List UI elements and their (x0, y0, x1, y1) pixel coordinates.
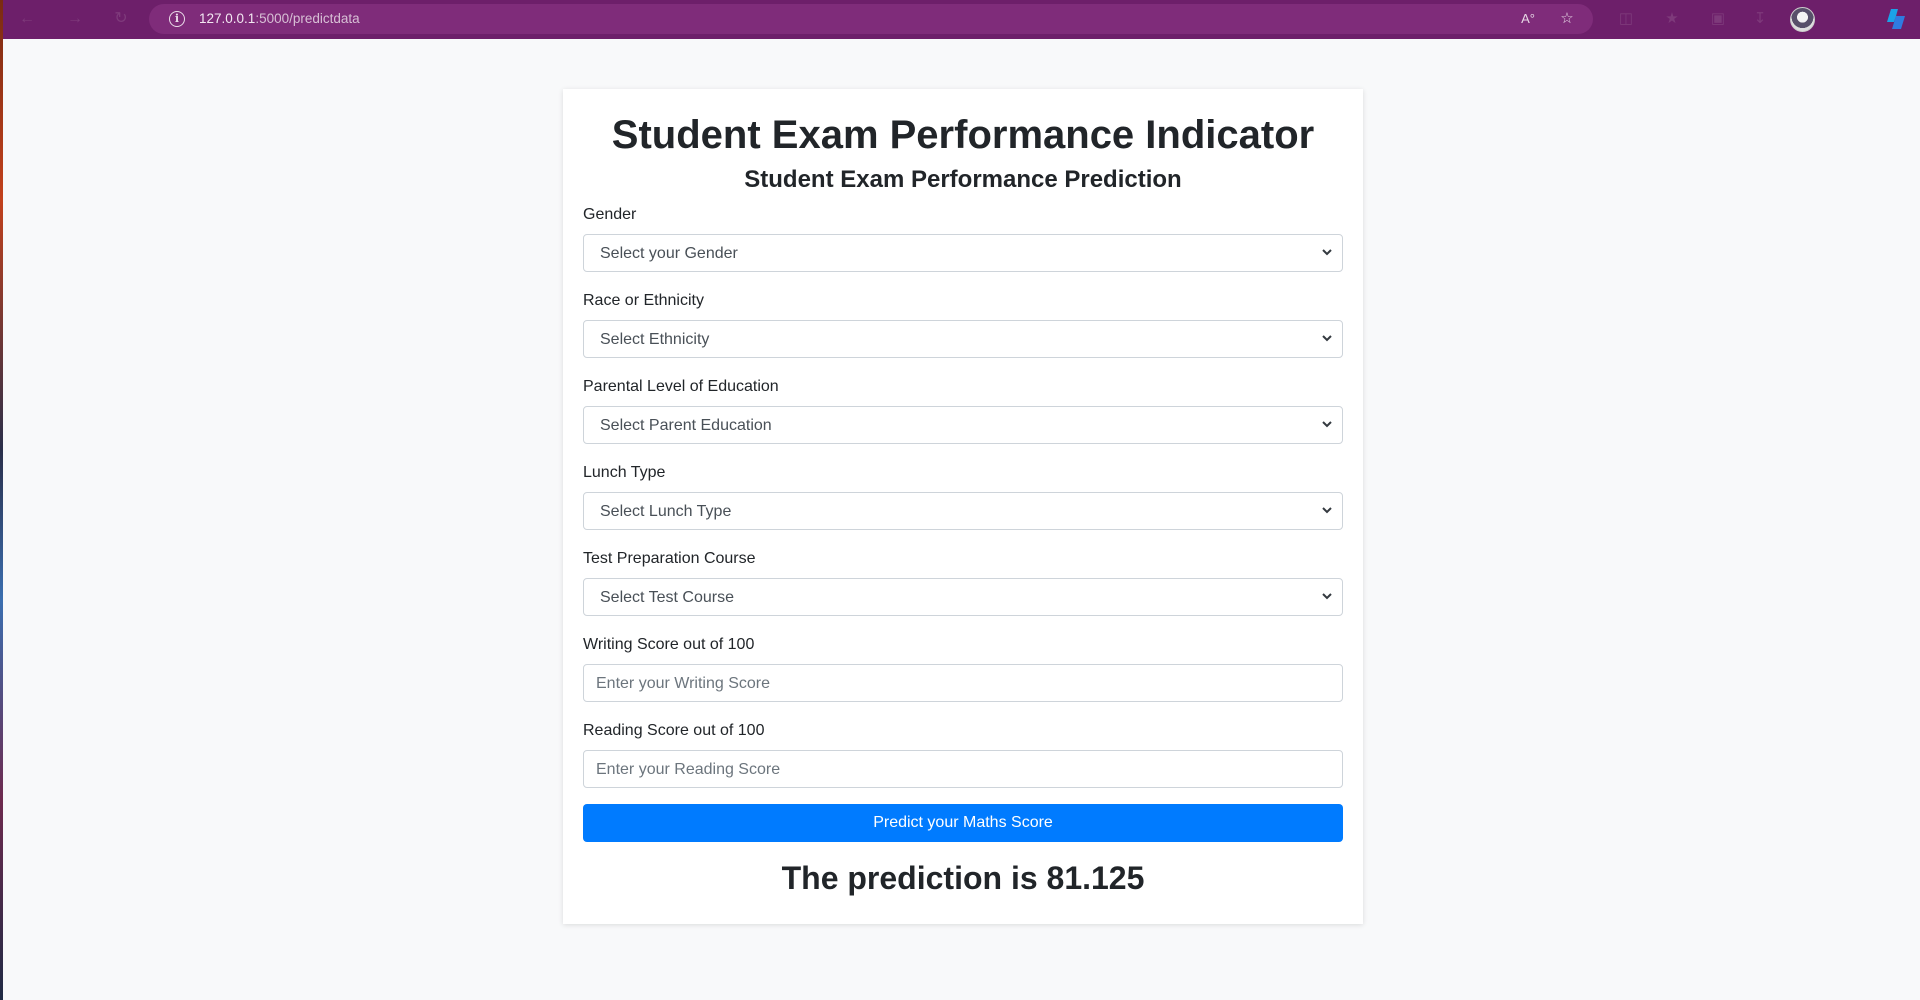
parental-education-label: Parental Level of Education (583, 378, 779, 395)
browser-toolbar: ← → ↻ i 127.0.0.1:5000/predictdata A° ☆ … (3, 0, 1920, 39)
copilot-icon[interactable] (1884, 8, 1908, 30)
prediction-form-card: Student Exam Performance Indicator Stude… (563, 89, 1363, 924)
gender-label: Gender (583, 206, 637, 223)
downloads-icon[interactable]: ↧ (1751, 10, 1769, 28)
chevron-down-icon (1322, 335, 1332, 342)
url-path: :5000/predictdata (255, 11, 360, 26)
forward-arrow-icon[interactable]: → (65, 9, 85, 29)
url-host: 127.0.0.1 (199, 11, 256, 26)
back-arrow-icon[interactable]: ← (17, 9, 37, 29)
address-bar[interactable]: i 127.0.0.1:5000/predictdata A° ☆ (149, 4, 1593, 34)
collections-icon[interactable]: ▣ (1709, 10, 1727, 28)
ethnicity-label: Race or Ethnicity (583, 292, 704, 309)
ethnicity-select[interactable]: Select Ethnicity (583, 320, 1343, 358)
test-prep-label: Test Preparation Course (583, 550, 756, 567)
gender-select-value: Select your Gender (600, 245, 738, 262)
parental-education-select-value: Select Parent Education (600, 417, 772, 434)
page-subtitle: Student Exam Performance Prediction (744, 166, 1182, 193)
split-screen-icon[interactable]: ◫ (1617, 10, 1635, 28)
prediction-result: The prediction is 81.125 (781, 860, 1145, 896)
test-prep-select-value: Select Test Course (600, 589, 734, 606)
writing-score-input[interactable]: Enter your Writing Score (583, 664, 1343, 702)
reading-score-input[interactable]: Enter your Reading Score (583, 750, 1343, 788)
chevron-down-icon (1322, 421, 1332, 428)
parental-education-select[interactable]: Select Parent Education (583, 406, 1343, 444)
page-title: Student Exam Performance Indicator (611, 113, 1315, 157)
ethnicity-select-value: Select Ethnicity (600, 331, 710, 348)
writing-score-placeholder: Enter your Writing Score (596, 675, 770, 692)
lunch-type-select[interactable]: Select Lunch Type (583, 492, 1343, 530)
read-aloud-icon[interactable]: A° (1519, 10, 1537, 28)
predict-button[interactable]: Predict your Maths Score (583, 804, 1343, 842)
reading-score-placeholder: Enter your Reading Score (596, 761, 781, 778)
gender-select[interactable]: Select your Gender (583, 234, 1343, 272)
chevron-down-icon (1322, 249, 1332, 256)
url-text[interactable]: 127.0.0.1:5000/predictdata (199, 11, 360, 26)
test-prep-select[interactable]: Select Test Course (583, 578, 1343, 616)
favorites-icon[interactable]: ★ (1663, 10, 1681, 28)
chevron-down-icon (1322, 593, 1332, 600)
reading-score-label: Reading Score out of 100 (583, 722, 765, 739)
favorite-star-icon[interactable]: ☆ (1558, 10, 1576, 28)
desktop-background-strip (0, 0, 3, 1000)
chevron-down-icon (1322, 507, 1332, 514)
writing-score-label: Writing Score out of 100 (583, 636, 755, 653)
lunch-type-label: Lunch Type (583, 464, 666, 481)
site-info-icon[interactable]: i (169, 11, 185, 27)
lunch-type-select-value: Select Lunch Type (600, 503, 732, 520)
refresh-icon[interactable]: ↻ (111, 9, 131, 29)
profile-avatar[interactable] (1790, 7, 1815, 32)
